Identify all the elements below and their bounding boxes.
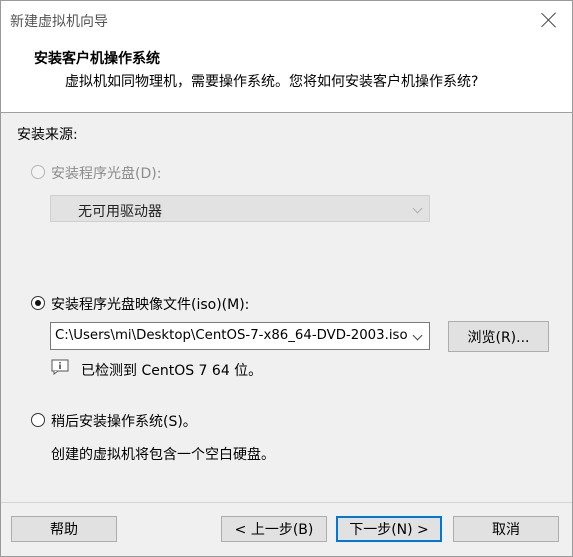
help-button[interactable]: 帮助 <box>11 516 117 542</box>
title-bar: 新建虚拟机向导 <box>1 1 572 39</box>
chevron-down-icon <box>412 330 423 341</box>
iso-path-value: C:\Users\mi\Desktop\CentOS-7-x86_64-DVD-… <box>55 328 408 343</box>
back-button[interactable]: < 上一步(B) <box>221 516 327 542</box>
install-later-description: 创建的虚拟机将包含一个空白硬盘。 <box>51 447 275 463</box>
page-subtitle: 虚拟机如同物理机，需要操作系统。您将如何安装客户机操作系统? <box>65 74 479 90</box>
cancel-button[interactable]: 取消 <box>453 516 559 542</box>
install-iso-label: 安装程序光盘映像文件(iso)(M): <box>51 297 250 313</box>
radio-install-disc[interactable] <box>31 165 45 179</box>
install-source-label: 安装来源: <box>17 127 78 143</box>
browse-button[interactable]: 浏览(R)... <box>448 321 549 352</box>
next-button[interactable]: 下一步(N) > <box>336 516 442 542</box>
install-disc-label: 安装程序光盘(D): <box>51 166 162 182</box>
iso-path-combobox[interactable]: C:\Users\mi\Desktop\CentOS-7-x86_64-DVD-… <box>50 322 430 350</box>
os-detected-text: 已检测到 CentOS 7 64 位。 <box>81 363 263 379</box>
disc-drive-dropdown[interactable]: 无可用驱动器 <box>50 195 430 222</box>
new-vm-wizard-dialog: 新建虚拟机向导 安装客户机操作系统 虚拟机如同物理机，需要操作系统。您将如何安装… <box>0 0 573 557</box>
close-icon[interactable] <box>540 11 558 29</box>
wizard-header: 安装客户机操作系统 虚拟机如同物理机，需要操作系统。您将如何安装客户机操作系统? <box>1 39 572 113</box>
window-title: 新建虚拟机向导 <box>10 14 108 30</box>
disc-drive-value: 无可用驱动器 <box>78 204 162 220</box>
radio-install-later[interactable] <box>31 413 45 427</box>
info-icon <box>51 359 69 375</box>
radio-install-iso[interactable] <box>31 296 45 310</box>
install-later-label: 稍后安装操作系统(S)。 <box>51 414 197 430</box>
page-title: 安装客户机操作系统 <box>34 51 160 67</box>
chevron-down-icon <box>412 203 423 214</box>
